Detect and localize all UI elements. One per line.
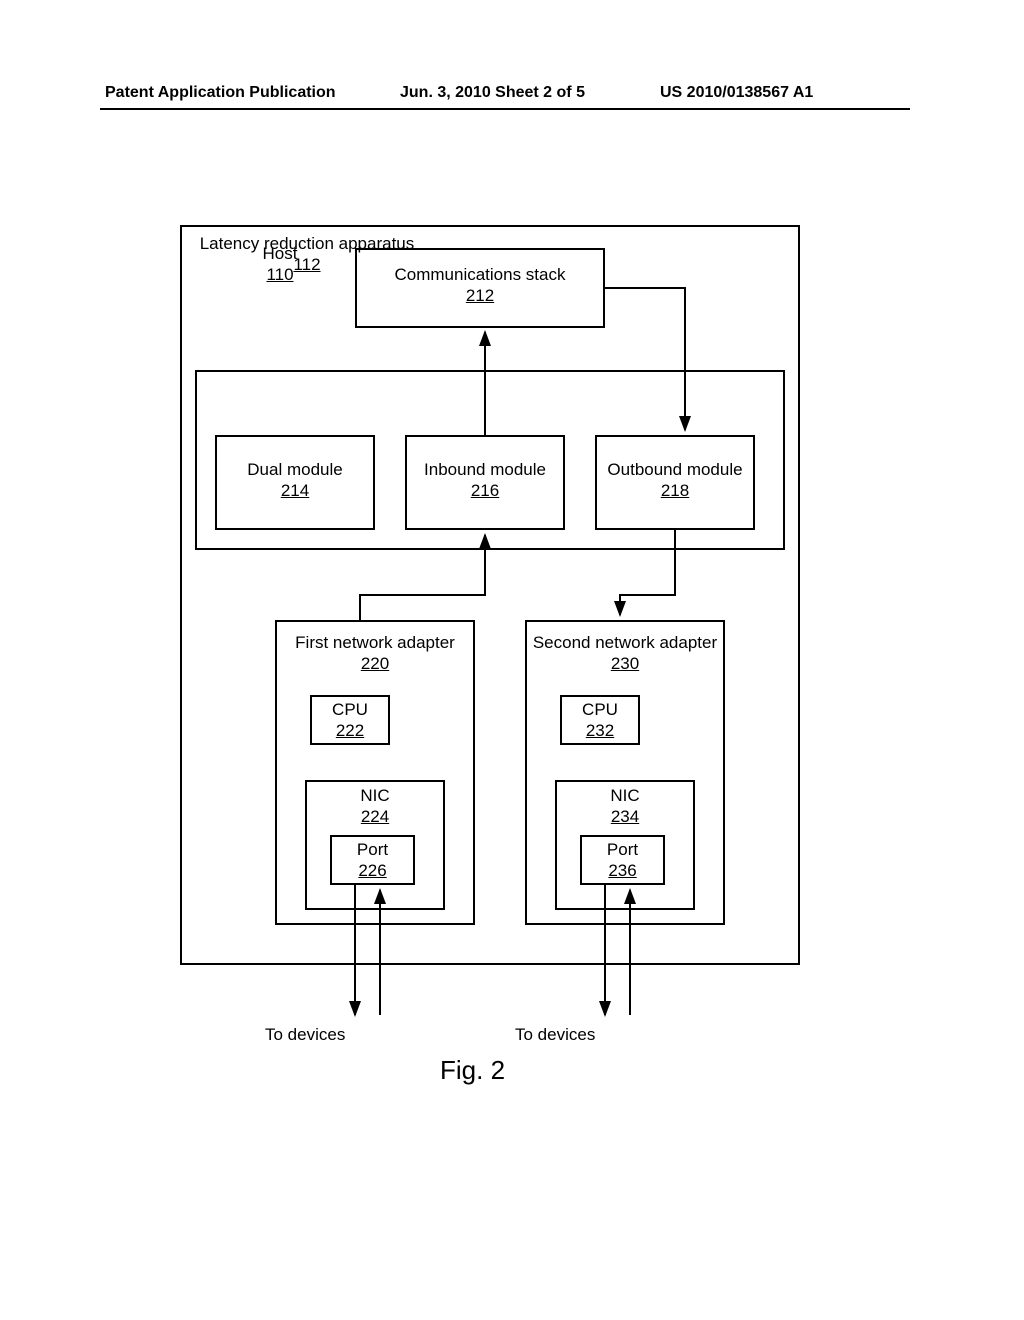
to-devices-label-2: To devices	[515, 1025, 595, 1045]
header-center: Jun. 3, 2010 Sheet 2 of 5	[400, 84, 585, 102]
port2-ref: 236	[582, 860, 663, 881]
port2-title: Port	[582, 839, 663, 860]
port1-title: Port	[332, 839, 413, 860]
dual-module-box: Dual module 214	[215, 435, 375, 530]
adapter2-title: Second network adapter	[527, 632, 723, 653]
adapter1-title: First network adapter	[277, 632, 473, 653]
port1-ref: 226	[332, 860, 413, 881]
apparatus-label: Latency reduction apparatus 112	[192, 233, 422, 276]
dual-ref: 214	[217, 480, 373, 501]
apparatus-ref: 112	[192, 254, 422, 275]
cpu1-box: CPU 222	[310, 695, 390, 745]
header-left: Patent Application Publication	[105, 84, 336, 102]
inbound-module-box: Inbound module 216	[405, 435, 565, 530]
apparatus-title: Latency reduction apparatus	[192, 233, 422, 254]
cpu2-box: CPU 232	[560, 695, 640, 745]
outbound-module-box: Outbound module 218	[595, 435, 755, 530]
port1-box: Port 226	[330, 835, 415, 885]
figure-caption: Fig. 2	[440, 1055, 505, 1086]
cpu1-title: CPU	[312, 699, 388, 720]
outbound-title: Outbound module	[597, 459, 753, 480]
adapter2-ref: 230	[527, 653, 723, 674]
nic1-ref: 224	[307, 806, 443, 827]
header-rule	[100, 108, 910, 110]
port2-box: Port 236	[580, 835, 665, 885]
cpu2-ref: 232	[562, 720, 638, 741]
to-devices-label-1: To devices	[265, 1025, 345, 1045]
nic2-ref: 234	[557, 806, 693, 827]
dual-title: Dual module	[217, 459, 373, 480]
outbound-ref: 218	[597, 480, 753, 501]
nic1-title: NIC	[307, 785, 443, 806]
inbound-ref: 216	[407, 480, 563, 501]
header-right: US 2010/0138567 A1	[660, 84, 813, 102]
comm-stack-ref: 212	[357, 285, 603, 306]
inbound-title: Inbound module	[407, 459, 563, 480]
cpu2-title: CPU	[562, 699, 638, 720]
figure-diagram: Host 110 Communications stack 212 Latenc…	[180, 225, 800, 965]
nic2-title: NIC	[557, 785, 693, 806]
adapter1-ref: 220	[277, 653, 473, 674]
cpu1-ref: 222	[312, 720, 388, 741]
